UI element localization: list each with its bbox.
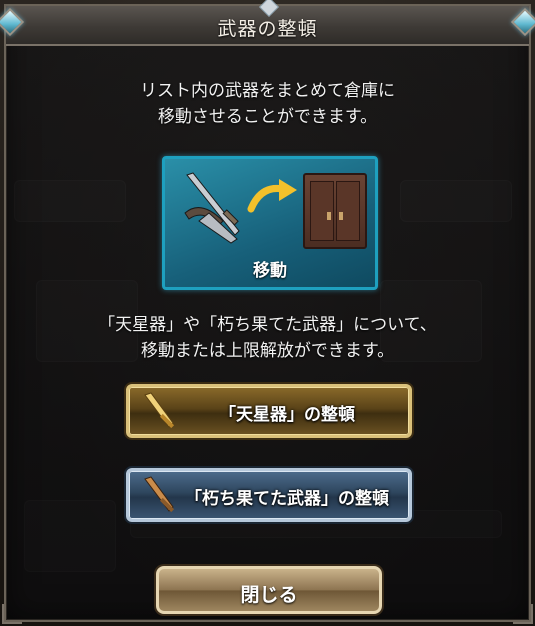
dialog-title: 武器の整頓 [217, 18, 318, 40]
info-line: 「天星器」や「朽ち果てた武器」について、 [98, 315, 437, 335]
close-button[interactable]: 閉じる [156, 566, 382, 614]
move-illustration: 移動 [162, 156, 378, 290]
arrange-weapons-dialog: 武器の整頓 リスト内の武器をまとめて倉庫に 移動させることができます。 移動 「… [0, 0, 535, 624]
arrange-seraphic-label: 「天星器」の整頓 [219, 405, 355, 425]
description-line: 移動させることができます。 [157, 107, 378, 127]
description-line: リスト内の武器をまとめて倉庫に [140, 81, 395, 101]
info-text: 「天星器」や「朽ち果てた武器」について、 移動または上限解放ができます。 [6, 312, 529, 364]
info-line: 移動または上限解放ができます。 [140, 341, 395, 361]
storage-cabinet-icon [303, 173, 367, 249]
move-label: 移動 [253, 261, 287, 281]
close-label: 閉じる [240, 584, 298, 606]
description: リスト内の武器をまとめて倉庫に 移動させることができます。 [6, 78, 529, 130]
cabinet-door [336, 181, 360, 241]
arrange-decrepit-button[interactable]: 「朽ち果てた武器」の整頓 [126, 468, 412, 522]
curved-arrow-icon [247, 179, 297, 213]
arrange-seraphic-button[interactable]: 「天星器」の整頓 [126, 384, 412, 438]
corner-ornament [2, 604, 22, 624]
cabinet-door [310, 181, 334, 241]
arrange-decrepit-label: 「朽ち果てた武器」の整頓 [185, 489, 389, 509]
title-bar: 武器の整頓 [6, 0, 529, 46]
corner-ornament [513, 604, 533, 624]
